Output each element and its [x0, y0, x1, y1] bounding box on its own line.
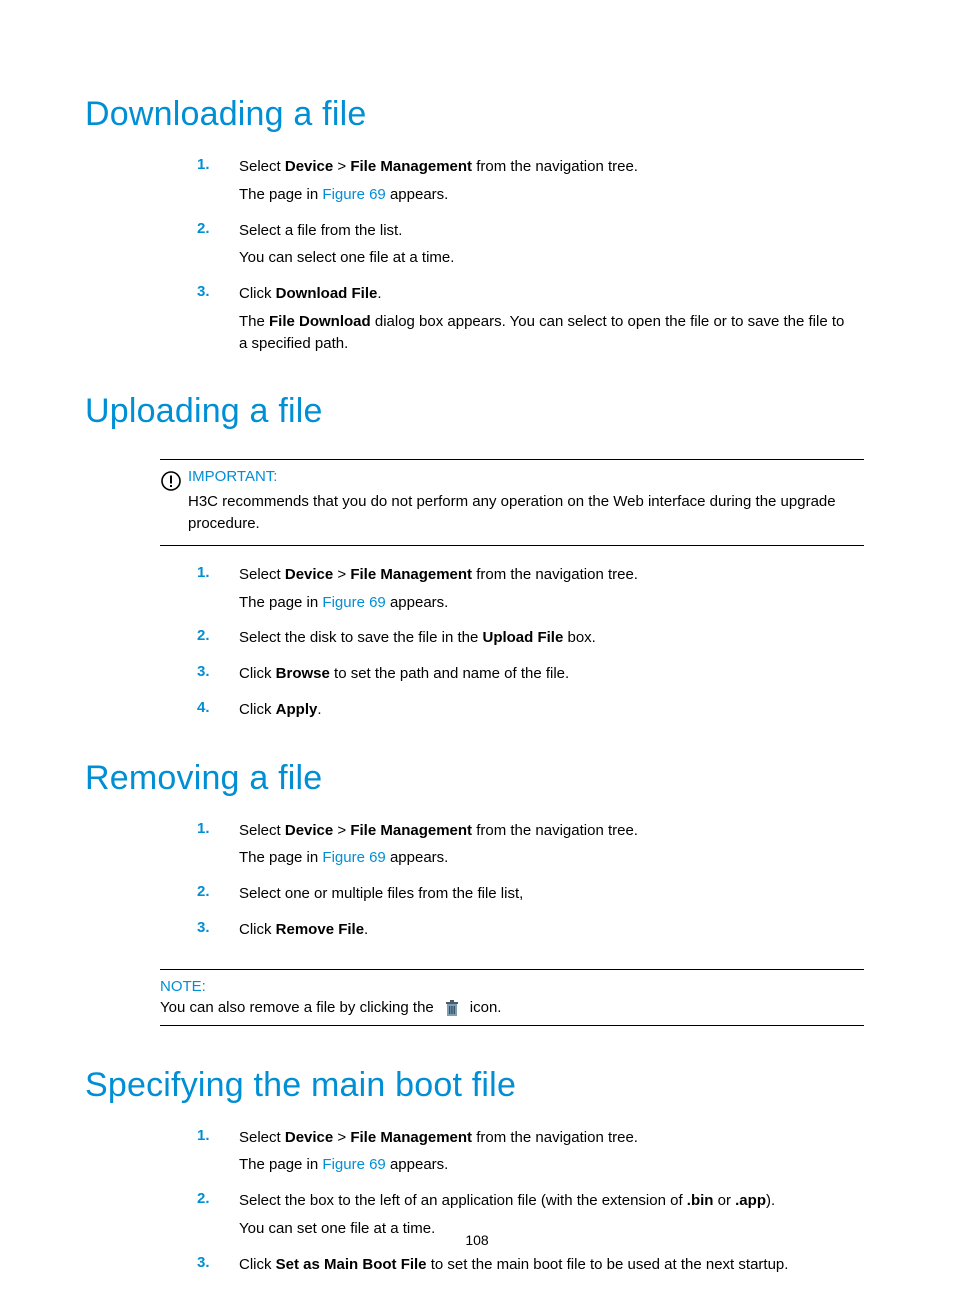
remove-steps: 1.Select Device > File Management from t… — [197, 820, 854, 947]
heading-removing: Removing a file — [85, 759, 864, 798]
step-body: Click Apply. — [239, 699, 854, 727]
step-body: Click Browse to set the path and name of… — [239, 663, 854, 691]
step-item: 3.Click Browse to set the path and name … — [197, 663, 854, 691]
step-body: Select Device > File Management from the… — [239, 820, 854, 876]
step-item: 1.Select Device > File Management from t… — [197, 820, 854, 876]
figure-link[interactable]: Figure 69 — [322, 186, 385, 203]
step-item: 1.Select Device > File Management from t… — [197, 156, 854, 212]
step-item: 4.Click Apply. — [197, 699, 854, 727]
step-item: 1.Select Device > File Management from t… — [197, 564, 854, 620]
note-label: NOTE: — [160, 978, 864, 995]
step-number: 3. — [197, 1254, 239, 1282]
boot-steps: 1.Select Device > File Management from t… — [197, 1127, 854, 1282]
figure-link[interactable]: Figure 69 — [322, 849, 385, 866]
step-item: 1.Select Device > File Management from t… — [197, 1127, 854, 1183]
step-number: 3. — [197, 283, 239, 360]
step-body: Click Remove File. — [239, 919, 854, 947]
step-body: Select one or multiple files from the fi… — [239, 883, 854, 911]
step-item: 2.Select a file from the list.You can se… — [197, 220, 854, 276]
section-uploading: Uploading a file IMPORTANT: H3C recommen… — [85, 392, 864, 726]
important-icon — [160, 470, 182, 492]
step-number: 1. — [197, 820, 239, 876]
step-number: 2. — [197, 220, 239, 276]
important-label: IMPORTANT: — [188, 468, 864, 485]
step-body: Click Download File.The File Download di… — [239, 283, 854, 360]
step-number: 3. — [197, 663, 239, 691]
step-number: 4. — [197, 699, 239, 727]
step-number: 3. — [197, 919, 239, 947]
step-body: Select Device > File Management from the… — [239, 564, 854, 620]
step-number: 2. — [197, 627, 239, 655]
step-item: 2.Select the disk to save the file in th… — [197, 627, 854, 655]
step-body: Select Device > File Management from the… — [239, 1127, 854, 1183]
step-number: 1. — [197, 1127, 239, 1183]
heading-bootfile: Specifying the main boot file — [85, 1066, 864, 1105]
note-text-after: icon. — [470, 999, 502, 1016]
step-item: 3.Click Remove File. — [197, 919, 854, 947]
step-item: 2.Select one or multiple files from the … — [197, 883, 854, 911]
step-number: 2. — [197, 883, 239, 911]
section-bootfile: Specifying the main boot file 1.Select D… — [85, 1066, 864, 1282]
important-text: H3C recommends that you do not perform a… — [188, 491, 864, 535]
step-body: Select Device > File Management from the… — [239, 156, 854, 212]
heading-uploading: Uploading a file — [85, 392, 864, 431]
step-body: Select the disk to save the file in the … — [239, 627, 854, 655]
step-number: 1. — [197, 156, 239, 212]
note-text-before: You can also remove a file by clicking t… — [160, 999, 434, 1016]
step-item: 3.Click Set as Main Boot File to set the… — [197, 1254, 854, 1282]
note-box: NOTE: You can also remove a file by clic… — [160, 969, 864, 1026]
figure-link[interactable]: Figure 69 — [322, 594, 385, 611]
note-text: You can also remove a file by clicking t… — [160, 999, 864, 1017]
step-body: Select a file from the list.You can sele… — [239, 220, 854, 276]
page-number: 108 — [0, 1232, 954, 1248]
download-steps: 1.Select Device > File Management from t… — [197, 156, 854, 360]
important-box: IMPORTANT: H3C recommends that you do no… — [160, 459, 864, 546]
figure-link[interactable]: Figure 69 — [322, 1156, 385, 1173]
step-body: Click Set as Main Boot File to set the m… — [239, 1254, 854, 1282]
heading-downloading: Downloading a file — [85, 95, 864, 134]
step-item: 3.Click Download File.The File Download … — [197, 283, 854, 360]
trash-icon — [444, 999, 460, 1017]
step-number: 1. — [197, 564, 239, 620]
section-downloading: Downloading a file 1.Select Device > Fil… — [85, 95, 864, 360]
section-removing: Removing a file 1.Select Device > File M… — [85, 759, 864, 1026]
upload-steps: 1.Select Device > File Management from t… — [197, 564, 854, 727]
